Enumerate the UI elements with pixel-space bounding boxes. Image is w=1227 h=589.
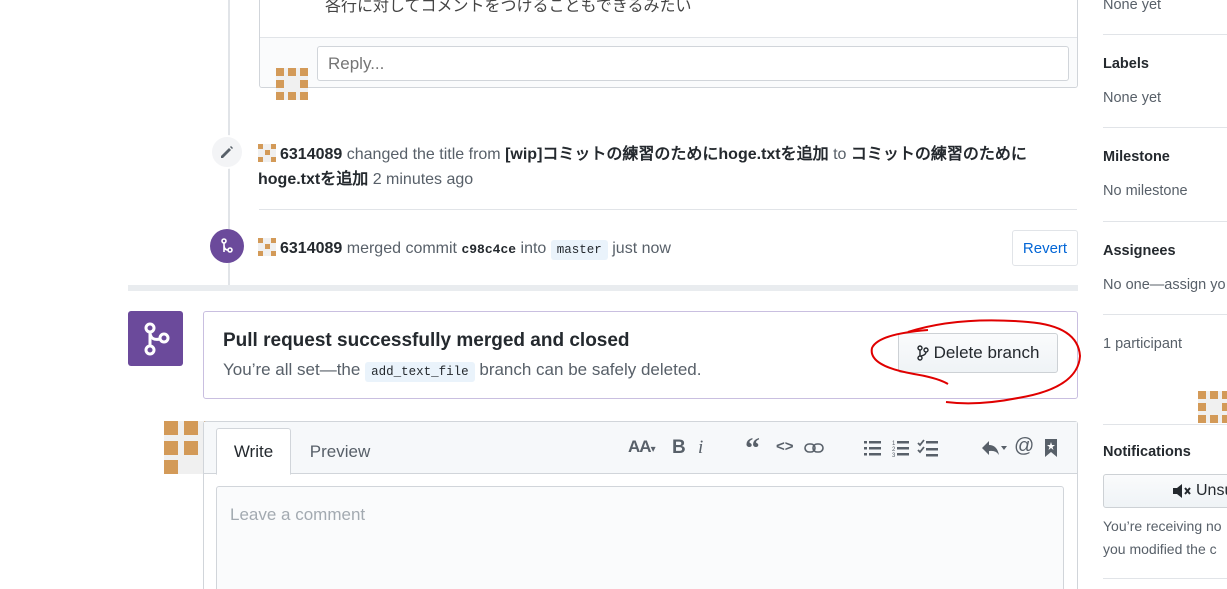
bookmark-icon[interactable] [1044, 438, 1058, 458]
head-branch: add_text_file [365, 362, 475, 382]
notification-reason-line2: you modified the c [1103, 541, 1217, 557]
unsubscribe-label: Unsu [1196, 482, 1227, 499]
into-word: into [520, 240, 547, 257]
sidebar-participants-heading: 1 participant [1103, 336, 1182, 352]
caret-down-icon: ▾ [650, 444, 656, 455]
pencil-icon [221, 146, 233, 158]
commit-sha-link[interactable]: c98c4ce [461, 242, 516, 257]
merged-sub-suffix: branch can be safely deleted. [479, 360, 702, 379]
event-action: changed the title from [346, 146, 501, 163]
unordered-list-icon[interactable] [864, 440, 882, 456]
merge-action: merged commit [346, 240, 457, 257]
sidebar-milestone-value: No milestone [1103, 183, 1188, 199]
merged-status-subtitle: You’re all set—the add_text_file branch … [223, 360, 702, 382]
sidebar-divider [1103, 578, 1227, 579]
merged-status-title: Pull request successfully merged and clo… [223, 330, 630, 351]
task-list-icon[interactable] [917, 439, 939, 457]
reply-avatar [276, 68, 308, 100]
notification-reason-line1: You’re receiving no [1103, 518, 1222, 534]
title-change-event: 6314089 changed the title from [wip]コミット… [258, 142, 1078, 192]
mention-button[interactable]: @ [1014, 435, 1034, 458]
mute-icon [1173, 484, 1191, 498]
timeline-end-separator [128, 285, 1078, 291]
tab-preview[interactable]: Preview [296, 428, 384, 475]
participant-avatar[interactable] [1197, 391, 1227, 423]
header-text-label: AA [628, 437, 652, 456]
sidebar-reviewers-value: None yet [1103, 0, 1162, 13]
sidebar-divider [1103, 424, 1227, 425]
new-title-part1: コミットの練習のた [850, 146, 995, 163]
old-title: [wip]コミットの練習のためにhoge.txtを追加 [505, 146, 829, 163]
merge-time[interactable]: just now [612, 240, 671, 257]
sidebar-divider [1103, 314, 1227, 315]
sidebar-divider [1103, 127, 1227, 128]
merge-event-badge [210, 229, 244, 263]
red-annotation-circle [870, 319, 1082, 405]
title-change-badge [210, 135, 244, 169]
git-merge-icon [144, 322, 169, 355]
git-merge-icon [221, 238, 233, 253]
user-avatar[interactable] [258, 144, 276, 162]
quote-button[interactable]: “ [745, 432, 760, 466]
sidebar-milestone-heading[interactable]: Milestone [1103, 149, 1170, 165]
sidebar-labels-heading[interactable]: Labels [1103, 56, 1149, 72]
to-word: to [833, 146, 847, 163]
svg-text:3: 3 [892, 453, 896, 457]
comment-textarea[interactable]: Leave a comment [216, 486, 1064, 589]
merged-status-icon [128, 311, 183, 366]
unsubscribe-button[interactable]: Unsu [1103, 474, 1227, 508]
sidebar-divider [1103, 34, 1227, 35]
ordered-list-icon[interactable]: 123 [892, 439, 910, 457]
event-separator [259, 209, 1077, 210]
link-icon[interactable] [804, 440, 824, 456]
reply-icon[interactable] [980, 439, 1008, 457]
merge-event: 6314089 merged commit c98c4ce into maste… [258, 236, 671, 263]
username-link[interactable]: 6314089 [280, 240, 342, 257]
target-branch[interactable]: master [550, 240, 608, 260]
sidebar-notifications-heading: Notifications [1103, 444, 1191, 460]
review-comment-text: 各行に対してコメントをつけることもできるみたい [325, 0, 692, 15]
code-button[interactable]: <> [776, 438, 794, 455]
revert-button[interactable]: Revert [1012, 230, 1078, 266]
sidebar-assignees-heading[interactable]: Assignees [1103, 243, 1176, 259]
italic-button[interactable]: i [698, 437, 703, 459]
username-link[interactable]: 6314089 [280, 146, 342, 163]
user-avatar[interactable] [258, 238, 276, 256]
sidebar-divider [1103, 221, 1227, 222]
bold-button[interactable]: B [672, 437, 686, 459]
sidebar-assignees-value[interactable]: No one—assign yo [1103, 277, 1226, 293]
merged-sub-prefix: You’re all set—the [223, 360, 361, 379]
header-text-button[interactable]: AA▾ [628, 437, 656, 457]
tab-write[interactable]: Write [216, 428, 291, 475]
sidebar-labels-value: None yet [1103, 90, 1162, 106]
event-time[interactable]: 2 minutes ago [373, 171, 474, 188]
reply-input[interactable] [317, 46, 1069, 81]
